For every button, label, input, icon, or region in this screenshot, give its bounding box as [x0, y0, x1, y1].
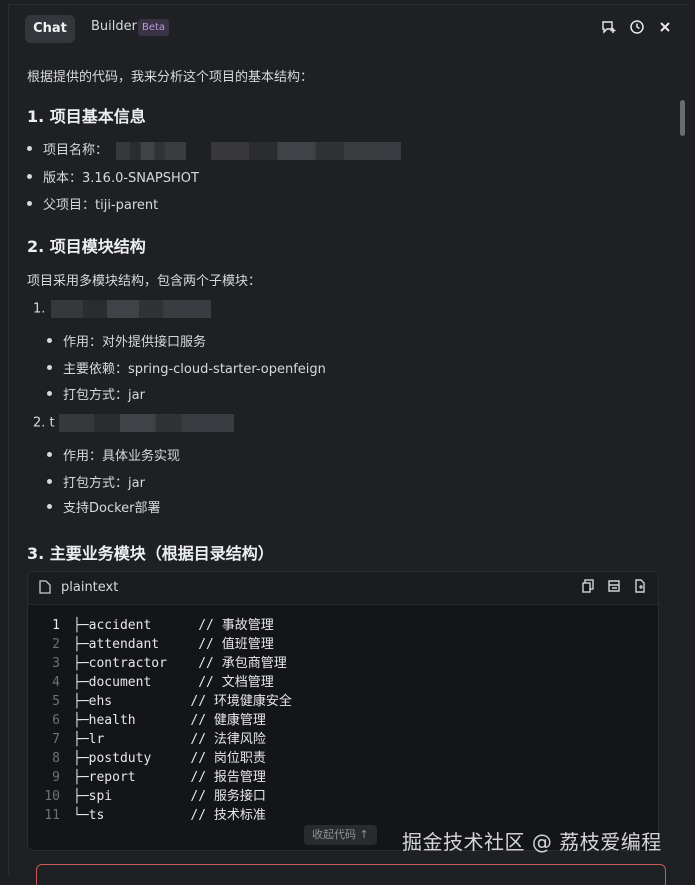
code-text: ├─ehs // 环境健康安全 — [73, 694, 292, 709]
section-title-3: 3. 主要业务模块（根据目录结构） — [27, 544, 274, 563]
list-item: 2. t — [33, 414, 234, 432]
list-item: 主要依赖：spring-cloud-starter-openfeign — [47, 358, 326, 377]
tab-chat[interactable]: Chat — [25, 15, 75, 43]
code-language: plaintext — [61, 580, 119, 595]
list-item: 打包方式：jar — [47, 472, 145, 491]
code-header: plaintext — [28, 572, 658, 605]
line-number: 5 — [52, 694, 60, 709]
line-number: 4 — [52, 675, 60, 690]
redacted-text — [116, 141, 187, 160]
code-text: ├─contractor // 承包商管理 — [73, 656, 287, 671]
apply-file-icon[interactable] — [632, 579, 648, 595]
beta-badge: Beta — [138, 19, 170, 36]
line-number: 9 — [52, 770, 60, 785]
code-text: └─ts // 技术标准 — [73, 808, 266, 823]
line-number: 6 — [52, 713, 60, 728]
intro-text: 根据提供的代码，我来分析这个项目的基本结构： — [27, 70, 314, 85]
code-block: plaintext 1 ├─accident // 事故管理 2 ├─attendan… — [27, 571, 659, 851]
line-number: 1 — [52, 618, 60, 633]
code-text: ├─postduty // 岗位职责 — [73, 751, 266, 766]
redacted-text — [58, 414, 234, 432]
code-text: ├─report // 报告管理 — [73, 770, 266, 785]
new-chat-icon[interactable] — [599, 17, 619, 37]
list-item: 1. — [33, 300, 212, 318]
code-text: ├─attendant // 值班管理 — [73, 637, 274, 652]
code-text: ├─spi // 服务接口 — [73, 789, 266, 804]
watermark: 掘金技术社区 @ 荔枝爱编程 — [402, 830, 662, 854]
line-number: 2 — [52, 637, 60, 652]
line-number: 11 — [44, 808, 60, 823]
code-text: ├─document // 文档管理 — [73, 675, 274, 690]
section-title-1: 1. 项目基本信息 — [27, 107, 146, 126]
list-item: 打包方式：jar — [47, 384, 145, 403]
list-item: 项目名称： — [26, 139, 402, 160]
redacted-text — [211, 141, 402, 160]
section-desc: 项目采用多模块结构，包含两个子模块： — [27, 274, 262, 289]
section-title-2: 2. 项目模块结构 — [27, 237, 146, 256]
top-bar: Chat Builder Beta — [9, 5, 689, 51]
redacted-text — [51, 300, 212, 318]
line-number: 10 — [44, 789, 60, 804]
code-text: ├─health // 健康管理 — [73, 713, 266, 728]
insert-icon[interactable] — [606, 579, 622, 595]
list-item: 支持Docker部署 — [47, 497, 161, 516]
line-number: 8 — [52, 751, 60, 766]
code-text: ├─accident // 事故管理 — [73, 618, 274, 633]
list-item: 父项目：tiji-parent — [26, 194, 158, 213]
list-item: 版本：3.16.0-SNAPSHOT — [27, 167, 199, 186]
line-number: 7 — [52, 732, 60, 747]
history-icon[interactable] — [627, 17, 647, 37]
collapse-code-button[interactable]: 收起代码 ↑ — [304, 825, 377, 845]
list-item: 作用：对外提供接口服务 — [46, 331, 206, 350]
list-item: 作用：具体业务实现 — [46, 445, 180, 464]
code-text: ├─lr // 法律风险 — [73, 732, 266, 747]
tab-builder[interactable]: Builder — [91, 19, 137, 34]
file-icon — [39, 580, 51, 598]
scrollbar-thumb[interactable] — [680, 100, 685, 136]
close-icon[interactable] — [655, 17, 675, 37]
line-number: 3 — [52, 656, 60, 671]
copy-icon[interactable] — [580, 579, 596, 595]
